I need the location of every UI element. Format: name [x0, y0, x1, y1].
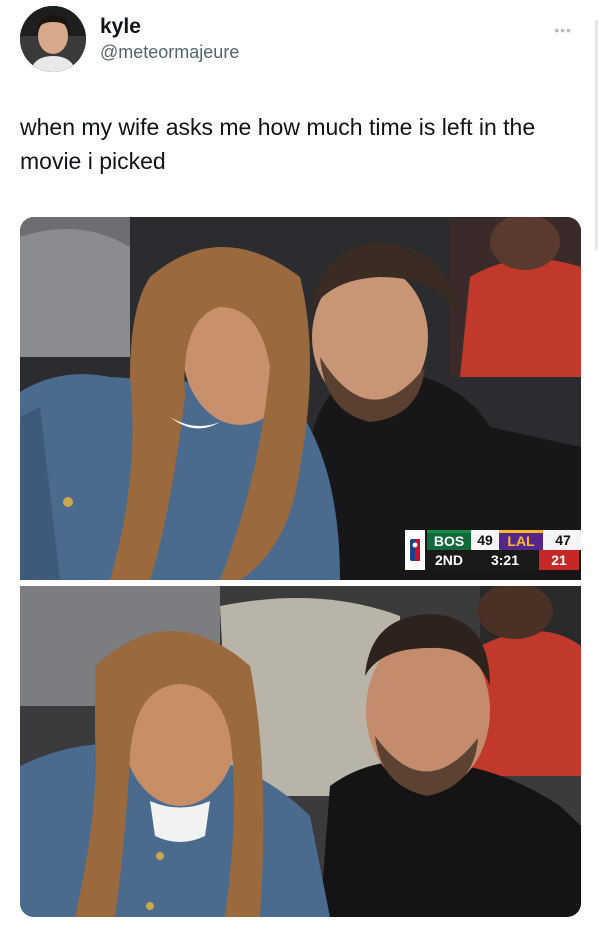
user-handle[interactable]: @meteormajeure: [100, 40, 239, 64]
tweet-header: kyle @meteormajeure •••: [20, 6, 580, 76]
home-team: BOS: [427, 530, 471, 550]
game-clock: 3:21: [471, 550, 539, 570]
nba-logo-icon: [405, 530, 425, 570]
away-team: LAL: [499, 530, 543, 550]
scorebug: BOS 49 LAL 47 2ND 3:21 21: [405, 530, 581, 570]
shot-clock: 21: [539, 550, 579, 570]
away-score: 47: [543, 530, 581, 550]
game-period: 2ND: [427, 550, 471, 570]
display-name[interactable]: kyle: [100, 14, 239, 40]
more-options-icon[interactable]: •••: [554, 22, 572, 38]
scrollbar[interactable]: [595, 20, 598, 250]
tweet-text: when my wife asks me how much time is le…: [20, 114, 536, 174]
avatar[interactable]: [20, 6, 86, 72]
home-score: 49: [471, 530, 499, 550]
tweet-media[interactable]: BOS 49 LAL 47 2ND 3:21 21: [20, 217, 581, 917]
photo-top[interactable]: BOS 49 LAL 47 2ND 3:21 21: [20, 217, 581, 580]
photo-bottom[interactable]: [20, 586, 581, 917]
